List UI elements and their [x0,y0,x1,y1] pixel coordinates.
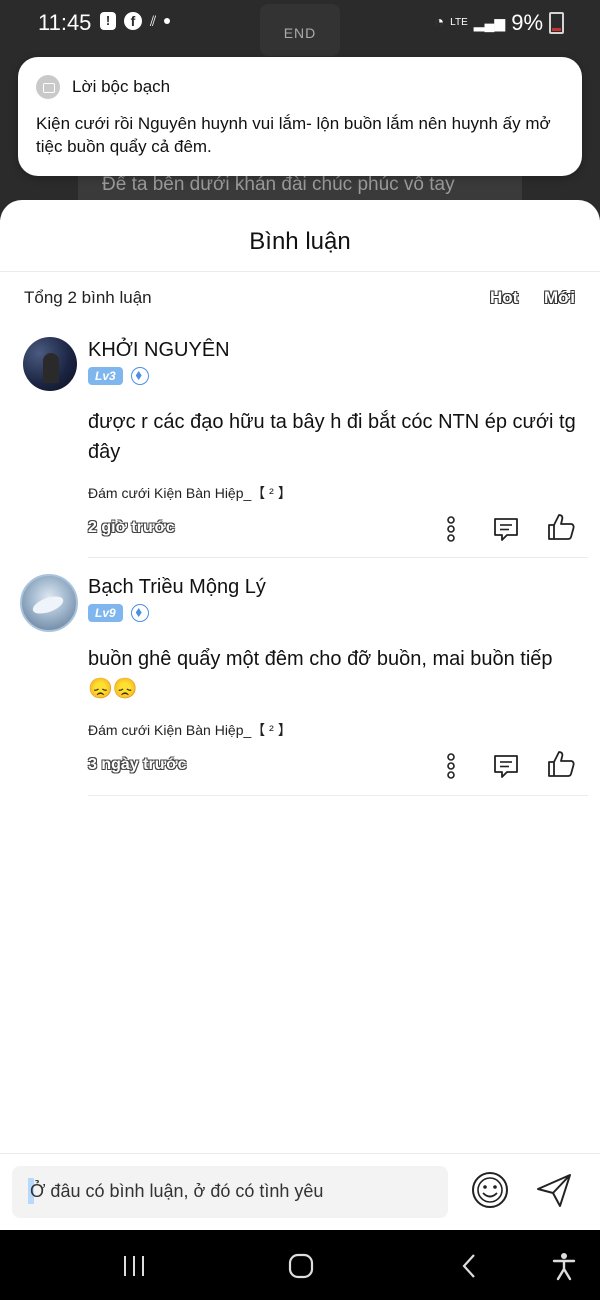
like-icon[interactable] [546,749,576,779]
commenter-name[interactable]: KHỞI NGUYÊN [88,339,230,362]
more-options-icon[interactable] [436,514,466,544]
comment-input-placeholder: Ở đâu có bình luận, ở đó có tình yêu [30,1181,324,1201]
comment-text: buồn ghê quẩy một đêm cho đỡ buồn, mai b… [88,648,553,700]
user-badges: Lv3 [88,367,149,385]
comment-text: được r các đạo hữu ta bây h đi bắt cóc N… [88,411,576,463]
status-notification-icons: ! f ⫽ [100,12,171,30]
gem-icon [130,604,149,622]
comment-count: Tổng 2 bình luận [24,288,152,307]
status-right-icons: ◔ LTE ▂▄▆ 9% [434,10,564,36]
comment-source[interactable]: Đám cưới Kiện Bàn Hiệp_【 ² 】 [88,720,292,740]
reply-icon[interactable] [491,514,521,544]
comment-time: 3 ngày trước [88,756,187,773]
more-notifications-dot-icon [164,18,171,24]
back-icon[interactable] [454,1250,486,1282]
more-options-icon[interactable] [436,751,466,781]
sort-new-tab[interactable]: Mới [544,288,575,308]
avatar[interactable] [23,337,77,391]
divider [0,1153,600,1154]
message-icon [36,75,60,99]
facebook-icon: f [124,12,142,30]
sheet-title: Bình luận [249,228,351,255]
avatar[interactable] [20,574,78,632]
notification-body: Kiện cưới rồi Nguyên huynh vui lắm- lộn … [36,114,551,156]
emoji-icon[interactable] [470,1170,510,1210]
sort-hot-tab[interactable]: Hot [490,288,518,308]
alert-icon: ! [100,12,116,30]
accessibility-icon[interactable] [548,1250,580,1282]
comment-source[interactable]: Đám cưới Kiện Bàn Hiệp_【 ² 】 [88,483,292,503]
comment-input[interactable]: Ở đâu có bình luận, ở đó có tình yêu [12,1166,448,1218]
commenter-name[interactable]: Bạch Triều Mộng Lý [88,576,266,599]
battery-icon [549,12,564,34]
like-icon[interactable] [546,512,576,542]
signal-slash-icon: ⫽ [150,12,157,29]
comments-sheet: Bình luận Tổng 2 bình luận Hot Mới KHỞI … [0,200,600,1230]
level-badge: Lv9 [88,604,123,622]
divider [0,271,600,272]
wifi-icon: ◔ [434,14,445,31]
divider [88,557,588,558]
comment-item: KHỞI NGUYÊN Lv3 được r các đạo hữu ta bâ… [0,337,600,558]
level-badge: Lv3 [88,367,123,385]
end-button[interactable]: END [260,4,340,56]
notification-title: Lời bộc bạch [72,77,171,96]
user-badges: Lv9 [88,604,149,622]
recent-apps-icon[interactable] [118,1250,150,1282]
system-nav-bar [0,1230,600,1300]
send-icon[interactable] [534,1170,574,1210]
comment-time: 2 giờ trước [88,519,175,536]
notification-card[interactable]: Lời bộc bạch Kiện cưới rồi Nguyên huynh … [18,57,582,176]
lte-icon: LTE [450,17,468,28]
divider [88,795,588,796]
gem-icon [130,367,149,385]
comment-item: Bạch Triều Mộng Lý Lv9 buồn ghê quẩy một… [0,574,600,796]
status-time: 11:45 [38,10,92,35]
home-icon[interactable] [285,1250,317,1282]
cell-signal-icon: ▂▄▆ [473,14,506,31]
battery-percent: 9% [511,10,543,35]
reply-icon[interactable] [491,751,521,781]
